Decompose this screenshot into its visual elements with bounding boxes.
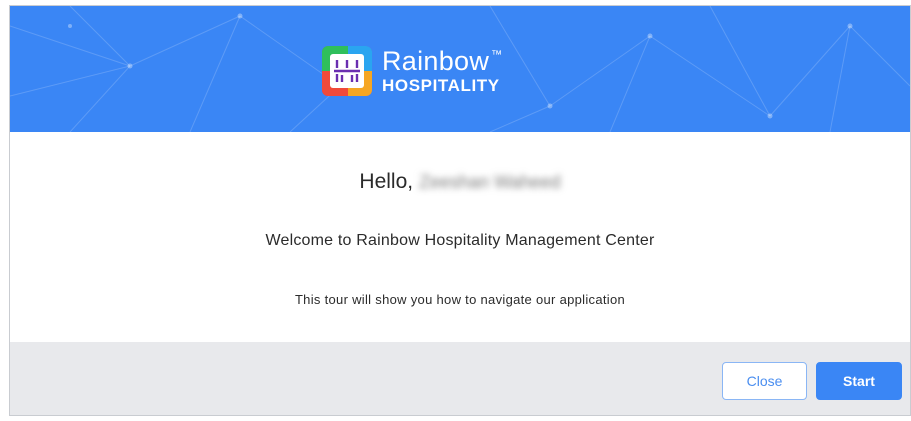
brand-subtitle: HOSPITALITY — [382, 76, 500, 95]
rainbow-logo-icon — [322, 46, 372, 96]
dialog-body: Hello, Zeeshan Waheed Welcome to Rainbow… — [10, 132, 910, 342]
brand-trademark: ™ — [491, 49, 503, 61]
brand-name: Rainbow ™ — [382, 48, 502, 75]
tour-description: This tour will show you how to navigate … — [294, 292, 626, 307]
greeting-text: Hello, — [359, 170, 414, 193]
brand-text: Rainbow ™ HOSPITALITY — [382, 48, 502, 95]
start-button[interactable]: Start — [816, 362, 902, 400]
greeting: Hello, Zeeshan Waheed — [10, 170, 910, 194]
close-button[interactable]: Close — [722, 362, 807, 400]
dialog-header: Rainbow ™ HOSPITALITY — [10, 6, 910, 132]
welcome-message: Welcome to Rainbow Hospitality Managemen… — [265, 232, 655, 249]
dialog-footer: Close Start — [10, 342, 910, 415]
tour-welcome-dialog: Rainbow ™ HOSPITALITY Hello, Zeeshan Wah… — [10, 6, 910, 415]
user-name: Zeeshan Waheed — [419, 171, 561, 192]
brand-logo: Rainbow ™ HOSPITALITY — [320, 44, 502, 98]
brand-name-text: Rainbow — [382, 46, 490, 76]
page: Rainbow ™ HOSPITALITY Hello, Zeeshan Wah… — [0, 0, 911, 421]
